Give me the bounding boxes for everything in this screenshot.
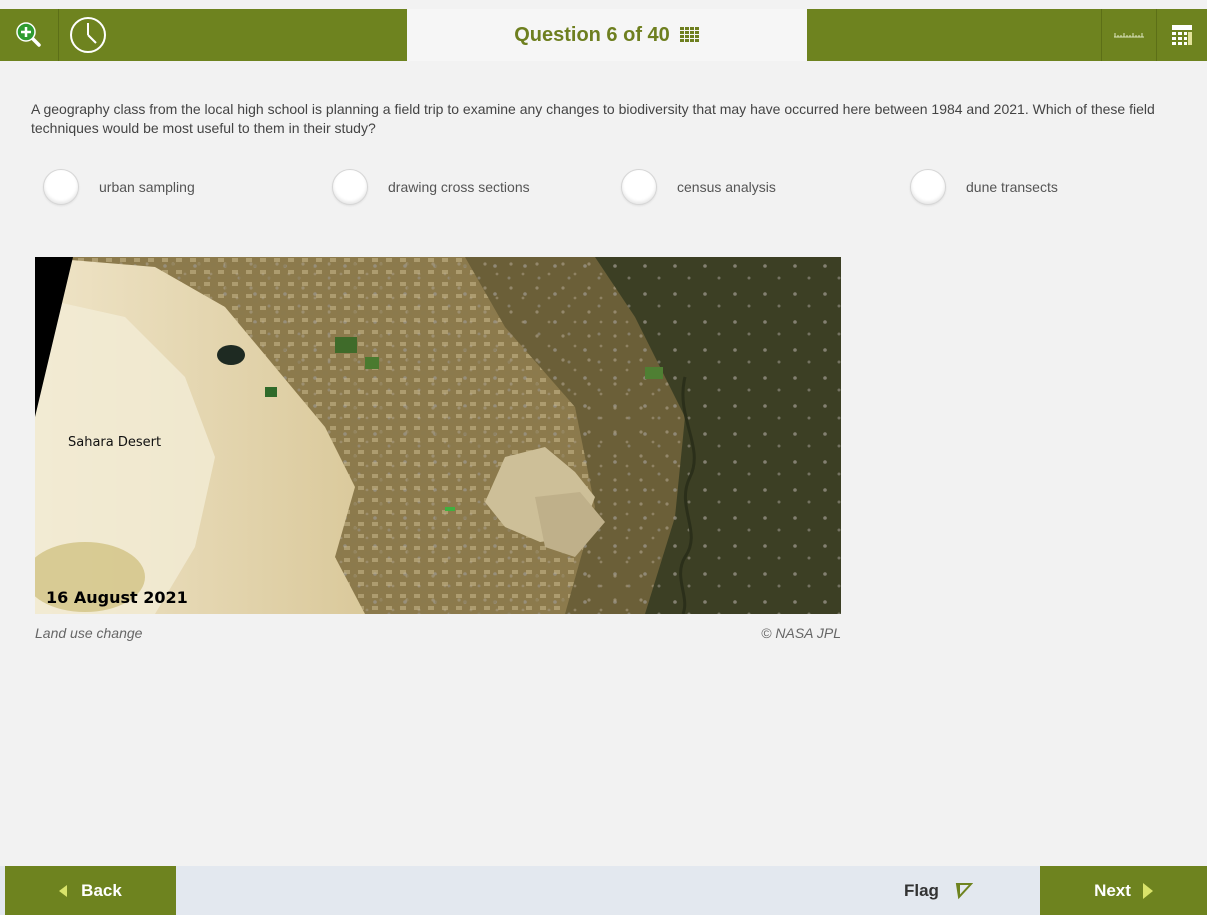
next-button[interactable]: Next xyxy=(1040,866,1207,915)
back-button-label: Back xyxy=(81,880,122,900)
clock-icon xyxy=(70,17,106,53)
question-counter: Question 6 of 40 xyxy=(514,23,670,46)
arrow-left-icon xyxy=(59,884,68,897)
radio-button[interactable] xyxy=(621,169,657,205)
answer-option[interactable]: dune transects xyxy=(910,168,1058,206)
flag-icon xyxy=(955,882,973,899)
answer-option-label: census analysis xyxy=(677,179,776,195)
ruler-button[interactable] xyxy=(1102,9,1156,61)
region-label: Sahara Desert xyxy=(68,435,162,450)
satellite-image: Sahara Desert 16 August 2021 xyxy=(35,257,841,614)
timer-button[interactable] xyxy=(59,9,117,61)
arrow-right-icon xyxy=(1142,882,1153,899)
next-button-label: Next xyxy=(1094,880,1131,900)
back-button[interactable]: Back xyxy=(5,866,176,915)
zoom-button[interactable] xyxy=(0,9,58,61)
answer-option[interactable]: drawing cross sections xyxy=(332,168,530,206)
answer-option-label: dune transects xyxy=(966,179,1058,195)
grid-icon xyxy=(679,27,699,42)
flag-button[interactable]: Flag xyxy=(904,866,973,915)
bottom-navigation-bar: Back Flag Next xyxy=(0,866,1207,915)
answer-option-label: urban sampling xyxy=(99,179,195,195)
radio-button[interactable] xyxy=(43,169,79,205)
radio-button[interactable] xyxy=(332,169,368,205)
flag-button-label: Flag xyxy=(904,880,939,900)
calculator-icon xyxy=(1172,25,1192,45)
ruler-icon xyxy=(1114,33,1144,38)
calculator-button[interactable] xyxy=(1157,9,1207,61)
image-credit: © NASA JPL xyxy=(761,625,841,641)
answer-option[interactable]: census analysis xyxy=(621,168,776,206)
top-toolbar: Question 6 of 40 xyxy=(0,9,1207,61)
date-label: 16 August 2021 xyxy=(46,588,188,607)
figure-caption: Land use change xyxy=(35,625,143,641)
radio-button[interactable] xyxy=(910,169,946,205)
question-title: Question 6 of 40 xyxy=(407,9,807,61)
answer-option[interactable]: urban sampling xyxy=(43,168,195,206)
zoom-in-icon xyxy=(16,22,41,47)
answer-option-label: drawing cross sections xyxy=(388,179,530,195)
answer-options: urban sampling drawing cross sections ce… xyxy=(43,168,1183,208)
question-navigator-button[interactable] xyxy=(679,27,700,43)
question-text: A geography class from the local high sc… xyxy=(31,101,1155,136)
